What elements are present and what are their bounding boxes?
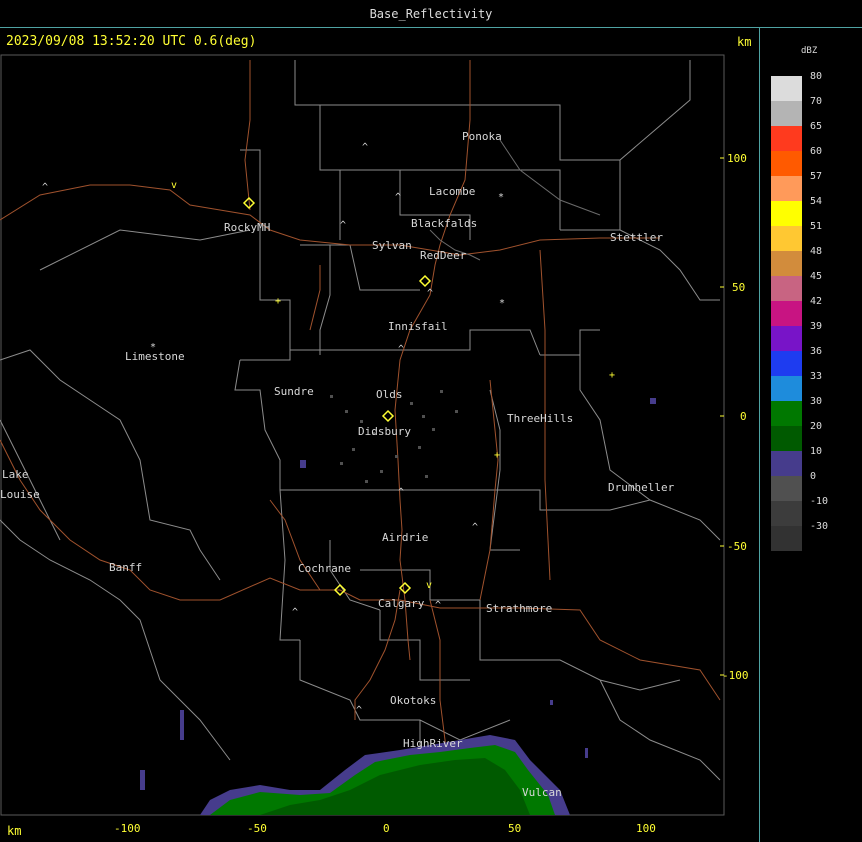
city-label-reddeer: RedDeer bbox=[420, 249, 467, 262]
legend-label: 70 bbox=[810, 96, 823, 107]
y-tick-label: 50 bbox=[732, 281, 745, 294]
x-tick-label: 50 bbox=[508, 822, 521, 835]
svg-text:^: ^ bbox=[472, 522, 478, 533]
svg-text:^: ^ bbox=[398, 487, 404, 498]
legend-label: 20 bbox=[810, 421, 823, 432]
legend-title: dBZ bbox=[801, 46, 818, 56]
city-label-banff: Banff bbox=[109, 561, 142, 574]
city-label-louise: Louise bbox=[0, 488, 40, 501]
city-label-blackfalds: Blackfalds bbox=[411, 217, 477, 230]
svg-text:v: v bbox=[426, 580, 432, 591]
city-label-cochrane: Cochrane bbox=[298, 562, 351, 575]
city-label-airdrie: Airdrie bbox=[382, 531, 428, 544]
city-label-okotoks: Okotoks bbox=[390, 694, 436, 707]
bottom-axis-labels: -100 -50 0 50 100 bbox=[114, 822, 656, 835]
x-tick-label: 0 bbox=[383, 822, 390, 835]
legend-swatch bbox=[771, 151, 802, 176]
city-label-lacombe: Lacombe bbox=[429, 185, 475, 198]
legend-label: -30 bbox=[810, 521, 829, 532]
legend-label: 39 bbox=[810, 321, 823, 332]
svg-text:^: ^ bbox=[356, 705, 362, 716]
svg-text:^: ^ bbox=[292, 607, 298, 618]
city-label-calgary: Calgary bbox=[378, 597, 425, 610]
svg-text:^: ^ bbox=[42, 182, 48, 193]
legend-swatch bbox=[771, 276, 802, 301]
right-axis-labels: 100 50 0 -50 -100 bbox=[722, 152, 749, 682]
svg-text:+: + bbox=[609, 370, 615, 381]
legend-label: 65 bbox=[810, 121, 823, 132]
legend-label: 36 bbox=[810, 346, 823, 357]
svg-text:*: * bbox=[498, 192, 504, 203]
legend-swatch bbox=[771, 351, 802, 376]
city-label-lake: Lake bbox=[2, 468, 29, 481]
unit-label-km-bottom: km bbox=[7, 824, 22, 838]
legend-swatch bbox=[771, 426, 802, 451]
city-label-didsbury: Didsbury bbox=[358, 425, 411, 438]
city-label-highriver: HighRiver bbox=[403, 737, 463, 750]
legend-swatch bbox=[771, 101, 802, 126]
city-label-drumheller: Drumheller bbox=[608, 481, 675, 494]
city-label-strathmore: Strathmore bbox=[486, 602, 552, 615]
legend-swatch bbox=[771, 176, 802, 201]
x-tick-label: 100 bbox=[636, 822, 656, 835]
svg-text:^: ^ bbox=[362, 142, 368, 153]
legend-swatch bbox=[771, 376, 802, 401]
legend-swatch bbox=[771, 251, 802, 276]
city-label-vulcan: Vulcan bbox=[522, 786, 562, 799]
legend-swatch bbox=[771, 476, 802, 501]
city-label-rockymh: RockyMH bbox=[224, 221, 270, 234]
legend-swatch bbox=[771, 526, 802, 551]
city-label-olds: Olds bbox=[376, 388, 403, 401]
svg-text:v: v bbox=[171, 180, 177, 191]
dbz-color-legend: dBZ 80 70 65 60 57 54 51 48 45 42 39 36 33 30 20 10 0 -10… bbox=[762, 28, 862, 842]
city-label-sundre: Sundre bbox=[274, 385, 314, 398]
legend-label: 80 bbox=[810, 71, 823, 82]
legend-label: 0 bbox=[810, 471, 817, 482]
unit-label-km-top: km bbox=[737, 35, 752, 49]
legend-label: 57 bbox=[810, 171, 823, 182]
legend-swatch bbox=[771, 226, 802, 251]
city-label-ponoka: Ponoka bbox=[462, 130, 502, 143]
svg-text:+: + bbox=[275, 296, 281, 307]
legend-label: -10 bbox=[810, 496, 829, 507]
legend-label: 30 bbox=[810, 396, 823, 407]
legend-label: 51 bbox=[810, 221, 823, 232]
legend-swatch bbox=[771, 501, 802, 526]
y-tick-label: 100 bbox=[727, 152, 747, 165]
svg-text:^: ^ bbox=[340, 220, 346, 231]
city-label-innisfail: Innisfail bbox=[388, 320, 448, 333]
y-tick-label: -100 bbox=[722, 669, 749, 682]
city-label-threehills: ThreeHills bbox=[507, 412, 573, 425]
x-tick-label: -100 bbox=[114, 822, 141, 835]
scan-timestamp: 2023/09/08 13:52:20 UTC 0.6(deg) bbox=[6, 34, 257, 49]
legend-swatch bbox=[771, 326, 802, 351]
svg-text:^: ^ bbox=[435, 600, 441, 611]
y-tick-label: 0 bbox=[740, 410, 747, 423]
legend-swatch bbox=[771, 401, 802, 426]
legend-swatch bbox=[771, 201, 802, 226]
legend-swatch bbox=[771, 301, 802, 326]
legend-label: 54 bbox=[810, 196, 823, 207]
city-label-sylvan: Sylvan bbox=[372, 239, 412, 252]
legend-label: 60 bbox=[810, 146, 823, 157]
y-tick-label: -50 bbox=[727, 540, 747, 553]
svg-text:+: + bbox=[494, 450, 500, 461]
city-label-limestone: Limestone bbox=[125, 350, 185, 363]
legend-label: 48 bbox=[810, 246, 823, 257]
svg-text:*: * bbox=[499, 298, 505, 309]
legend-swatch bbox=[771, 126, 802, 151]
legend-swatch bbox=[771, 451, 802, 476]
legend-label: 45 bbox=[810, 271, 823, 282]
radar-map[interactable]: v v + + + ^^^ ^^^ ^^^ ^^* ** Ponoka Laco… bbox=[0, 0, 862, 842]
svg-text:^: ^ bbox=[398, 344, 404, 355]
legend-label: 10 bbox=[810, 446, 823, 457]
legend-label: 33 bbox=[810, 371, 823, 382]
legend-label: 42 bbox=[810, 296, 823, 307]
legend-swatch bbox=[771, 76, 802, 101]
x-tick-label: -50 bbox=[247, 822, 267, 835]
svg-text:^: ^ bbox=[427, 288, 433, 299]
city-label-stettler: Stettler bbox=[610, 231, 663, 244]
svg-text:^: ^ bbox=[395, 192, 401, 203]
